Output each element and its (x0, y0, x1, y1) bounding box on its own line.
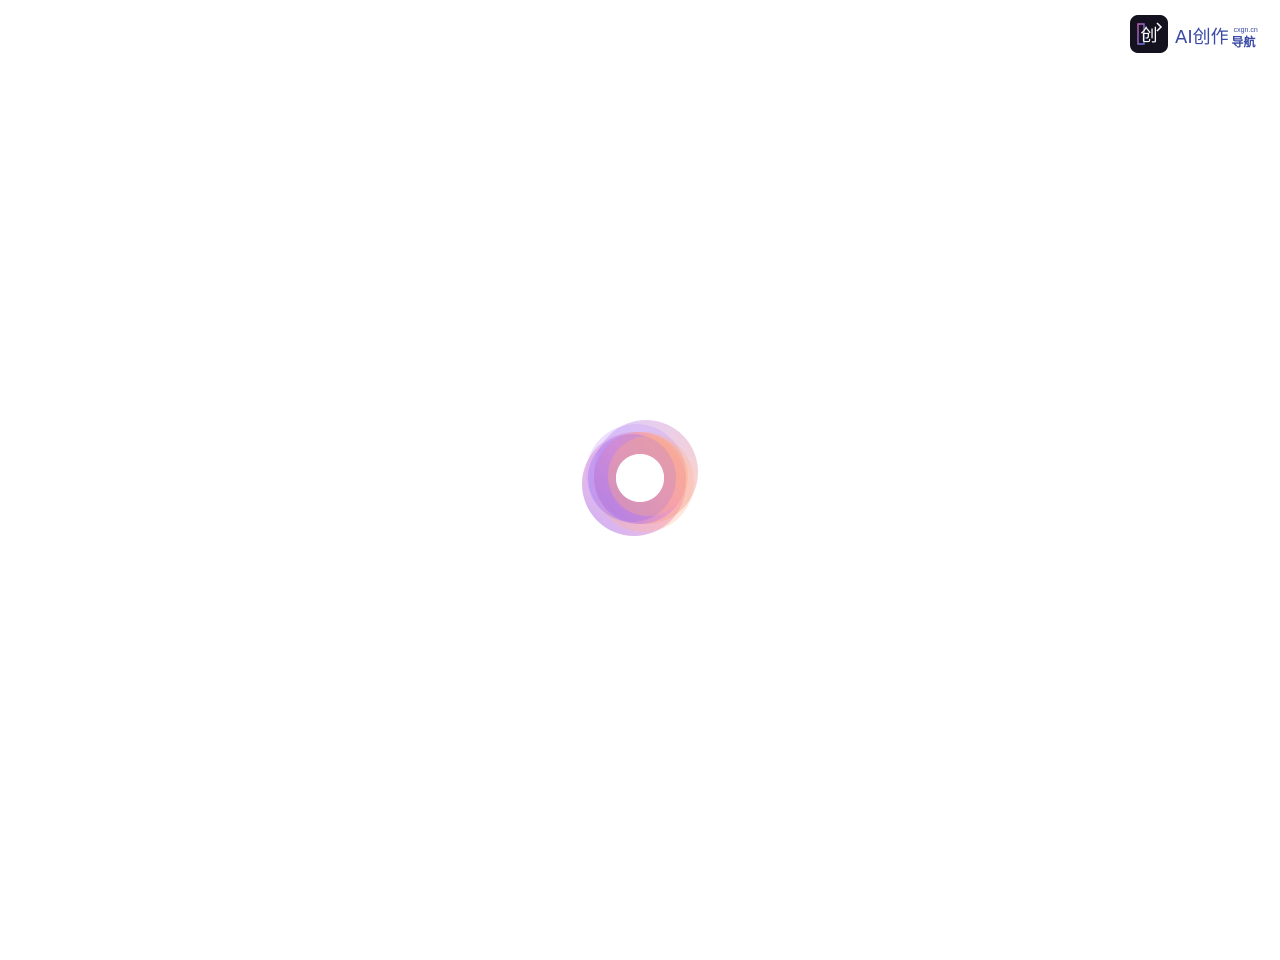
brand-domain-text: cxgn.cn (1233, 27, 1258, 34)
brand-side: cxgn.cn 导航 (1232, 27, 1258, 49)
brand-sub-text: 导航 (1231, 35, 1256, 49)
loading-spinner (576, 414, 704, 542)
brand-logo-icon: 创 (1130, 15, 1168, 53)
svg-text:创: 创 (1141, 26, 1158, 46)
brand-main-text: AI创作 (1175, 27, 1229, 48)
brand-logo-link[interactable]: 创 AI创作 cxgn.cn 导航 (1130, 15, 1258, 53)
page: 创 AI创作 cxgn.cn 导航 (0, 0, 1280, 960)
spinner-icon (582, 420, 698, 536)
brand-text: AI创作 cxgn.cn 导航 (1175, 19, 1258, 49)
